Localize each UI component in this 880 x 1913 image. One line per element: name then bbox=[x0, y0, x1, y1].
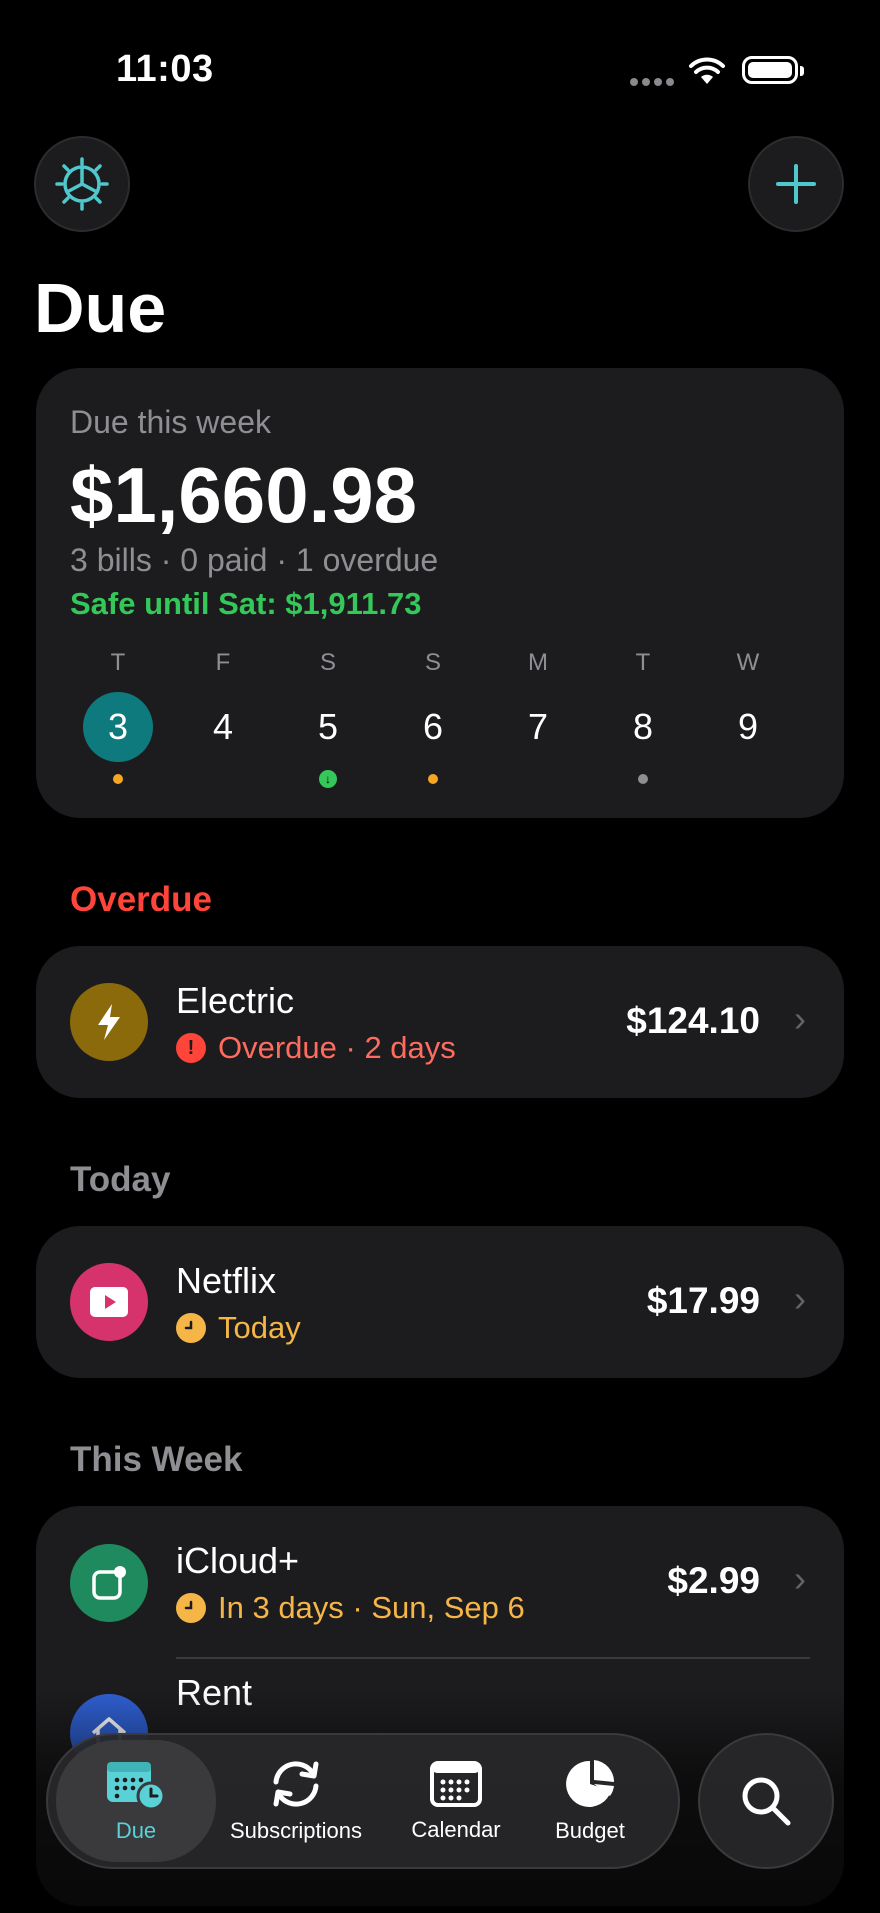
chevron-right-icon: › bbox=[794, 998, 806, 1039]
section-this-week: This Week bbox=[70, 1440, 243, 1479]
section-overdue: Overdue bbox=[70, 880, 212, 919]
bill-status: Today bbox=[176, 1310, 301, 1346]
section-today: Today bbox=[70, 1160, 171, 1199]
bill-row-netflix[interactable]: Netflix Today $17.99 › bbox=[36, 1226, 844, 1378]
row-divider bbox=[176, 1657, 810, 1659]
bill-amount: $17.99 bbox=[646, 1280, 760, 1321]
cellular-icon bbox=[630, 78, 674, 86]
gear-icon bbox=[55, 157, 109, 211]
day-cell[interactable]: S 6 bbox=[393, 646, 473, 784]
day-weekday: T bbox=[110, 649, 126, 676]
bill-amount: $2.99 bbox=[667, 1560, 760, 1601]
tab-label: Due bbox=[115, 1818, 157, 1843]
tab-due[interactable]: Due bbox=[56, 1740, 216, 1862]
bill-status: ! Overdue · 2 days bbox=[176, 1030, 456, 1066]
day-number: 3 bbox=[83, 692, 153, 762]
bill-status-text: In 3 days · Sun, Sep 6 bbox=[218, 1590, 525, 1625]
bill-name: iCloud+ bbox=[176, 1540, 300, 1581]
day-number: 4 bbox=[212, 706, 234, 747]
bill-dot bbox=[428, 774, 438, 784]
status-time: 11:03 bbox=[116, 48, 214, 90]
day-weekday: M bbox=[528, 649, 548, 676]
wifi-icon bbox=[689, 57, 725, 84]
day-weekday: T bbox=[635, 649, 651, 676]
day-cell[interactable]: T 8 bbox=[603, 646, 683, 784]
chevron-right-icon: › bbox=[794, 1278, 806, 1319]
clock-icon bbox=[176, 1593, 206, 1623]
tab-label: Subscriptions bbox=[229, 1818, 363, 1843]
calendar-icon bbox=[430, 1761, 482, 1807]
bill-row-icloud[interactable]: iCloud+ In 3 days · Sun, Sep 6 $2.99 › bbox=[36, 1506, 844, 1656]
day-cell[interactable]: W 9 bbox=[708, 646, 788, 762]
chevron-right-icon: › bbox=[794, 1558, 806, 1599]
summary-label: Due this week bbox=[70, 404, 271, 440]
safe-to-spend: Safe until Sat: $1,911.73 bbox=[70, 586, 422, 621]
bill-dot bbox=[638, 774, 648, 784]
day-number: 8 bbox=[632, 706, 654, 747]
day-number: 9 bbox=[737, 706, 759, 747]
page-title: Due bbox=[34, 269, 167, 347]
summary-amount: $1,660.98 bbox=[70, 451, 418, 539]
day-number: 5 bbox=[317, 706, 339, 747]
tab-subscriptions[interactable]: Subscriptions bbox=[216, 1740, 376, 1862]
day-cell[interactable]: M 7 bbox=[498, 646, 578, 762]
plus-icon bbox=[776, 164, 816, 204]
calendar-clock-icon bbox=[107, 1762, 166, 1810]
bill-amount: $124.10 bbox=[626, 1000, 760, 1041]
bill-name: Electric bbox=[176, 980, 295, 1021]
day-number: 7 bbox=[527, 706, 549, 747]
day-weekday: S bbox=[319, 649, 336, 676]
search-icon bbox=[742, 1777, 791, 1826]
tab-budget[interactable]: Budget bbox=[530, 1740, 650, 1862]
bolt-icon bbox=[70, 983, 148, 1061]
clock-icon bbox=[176, 1313, 206, 1343]
bill-name: Netflix bbox=[176, 1260, 277, 1301]
bill-status-text: Overdue · 2 days bbox=[218, 1030, 456, 1065]
bill-status-text: Today bbox=[218, 1310, 301, 1345]
tab-calendar[interactable]: Calendar bbox=[376, 1740, 536, 1862]
summary-meta: 3 bills · 0 paid · 1 overdue bbox=[70, 542, 439, 578]
search-button[interactable] bbox=[698, 1733, 834, 1869]
bill-row-electric[interactable]: Electric ! Overdue · 2 days $124.10 › bbox=[36, 946, 844, 1098]
battery-icon bbox=[742, 56, 804, 84]
bill-dot bbox=[113, 774, 123, 784]
day-weekday: W bbox=[736, 649, 760, 676]
day-number: 6 bbox=[422, 706, 444, 747]
tab-label: Calendar bbox=[411, 1817, 501, 1842]
income-arrow-icon: ↓ bbox=[319, 770, 337, 788]
bill-status: In 3 days · Sun, Sep 6 bbox=[176, 1590, 525, 1626]
app-badge-icon bbox=[70, 1544, 148, 1622]
day-cell[interactable]: S 5 ↓ bbox=[288, 646, 368, 788]
day-weekday: S bbox=[424, 649, 441, 676]
day-weekday: F bbox=[215, 649, 231, 676]
pie-chart-icon bbox=[566, 1760, 615, 1807]
settings-button[interactable] bbox=[34, 136, 130, 232]
day-cell[interactable]: F 4 bbox=[183, 646, 263, 762]
day-cell[interactable]: T 3 bbox=[78, 646, 158, 784]
play-icon bbox=[70, 1263, 148, 1341]
week-strip: T 3 F 4 S 5 ↓ S 6 M 7 T 8 W 9 bbox=[58, 646, 822, 796]
add-bill-button[interactable] bbox=[748, 136, 844, 232]
refresh-icon bbox=[273, 1761, 319, 1807]
tab-label: Budget bbox=[555, 1818, 625, 1843]
alert-icon: ! bbox=[176, 1033, 206, 1063]
